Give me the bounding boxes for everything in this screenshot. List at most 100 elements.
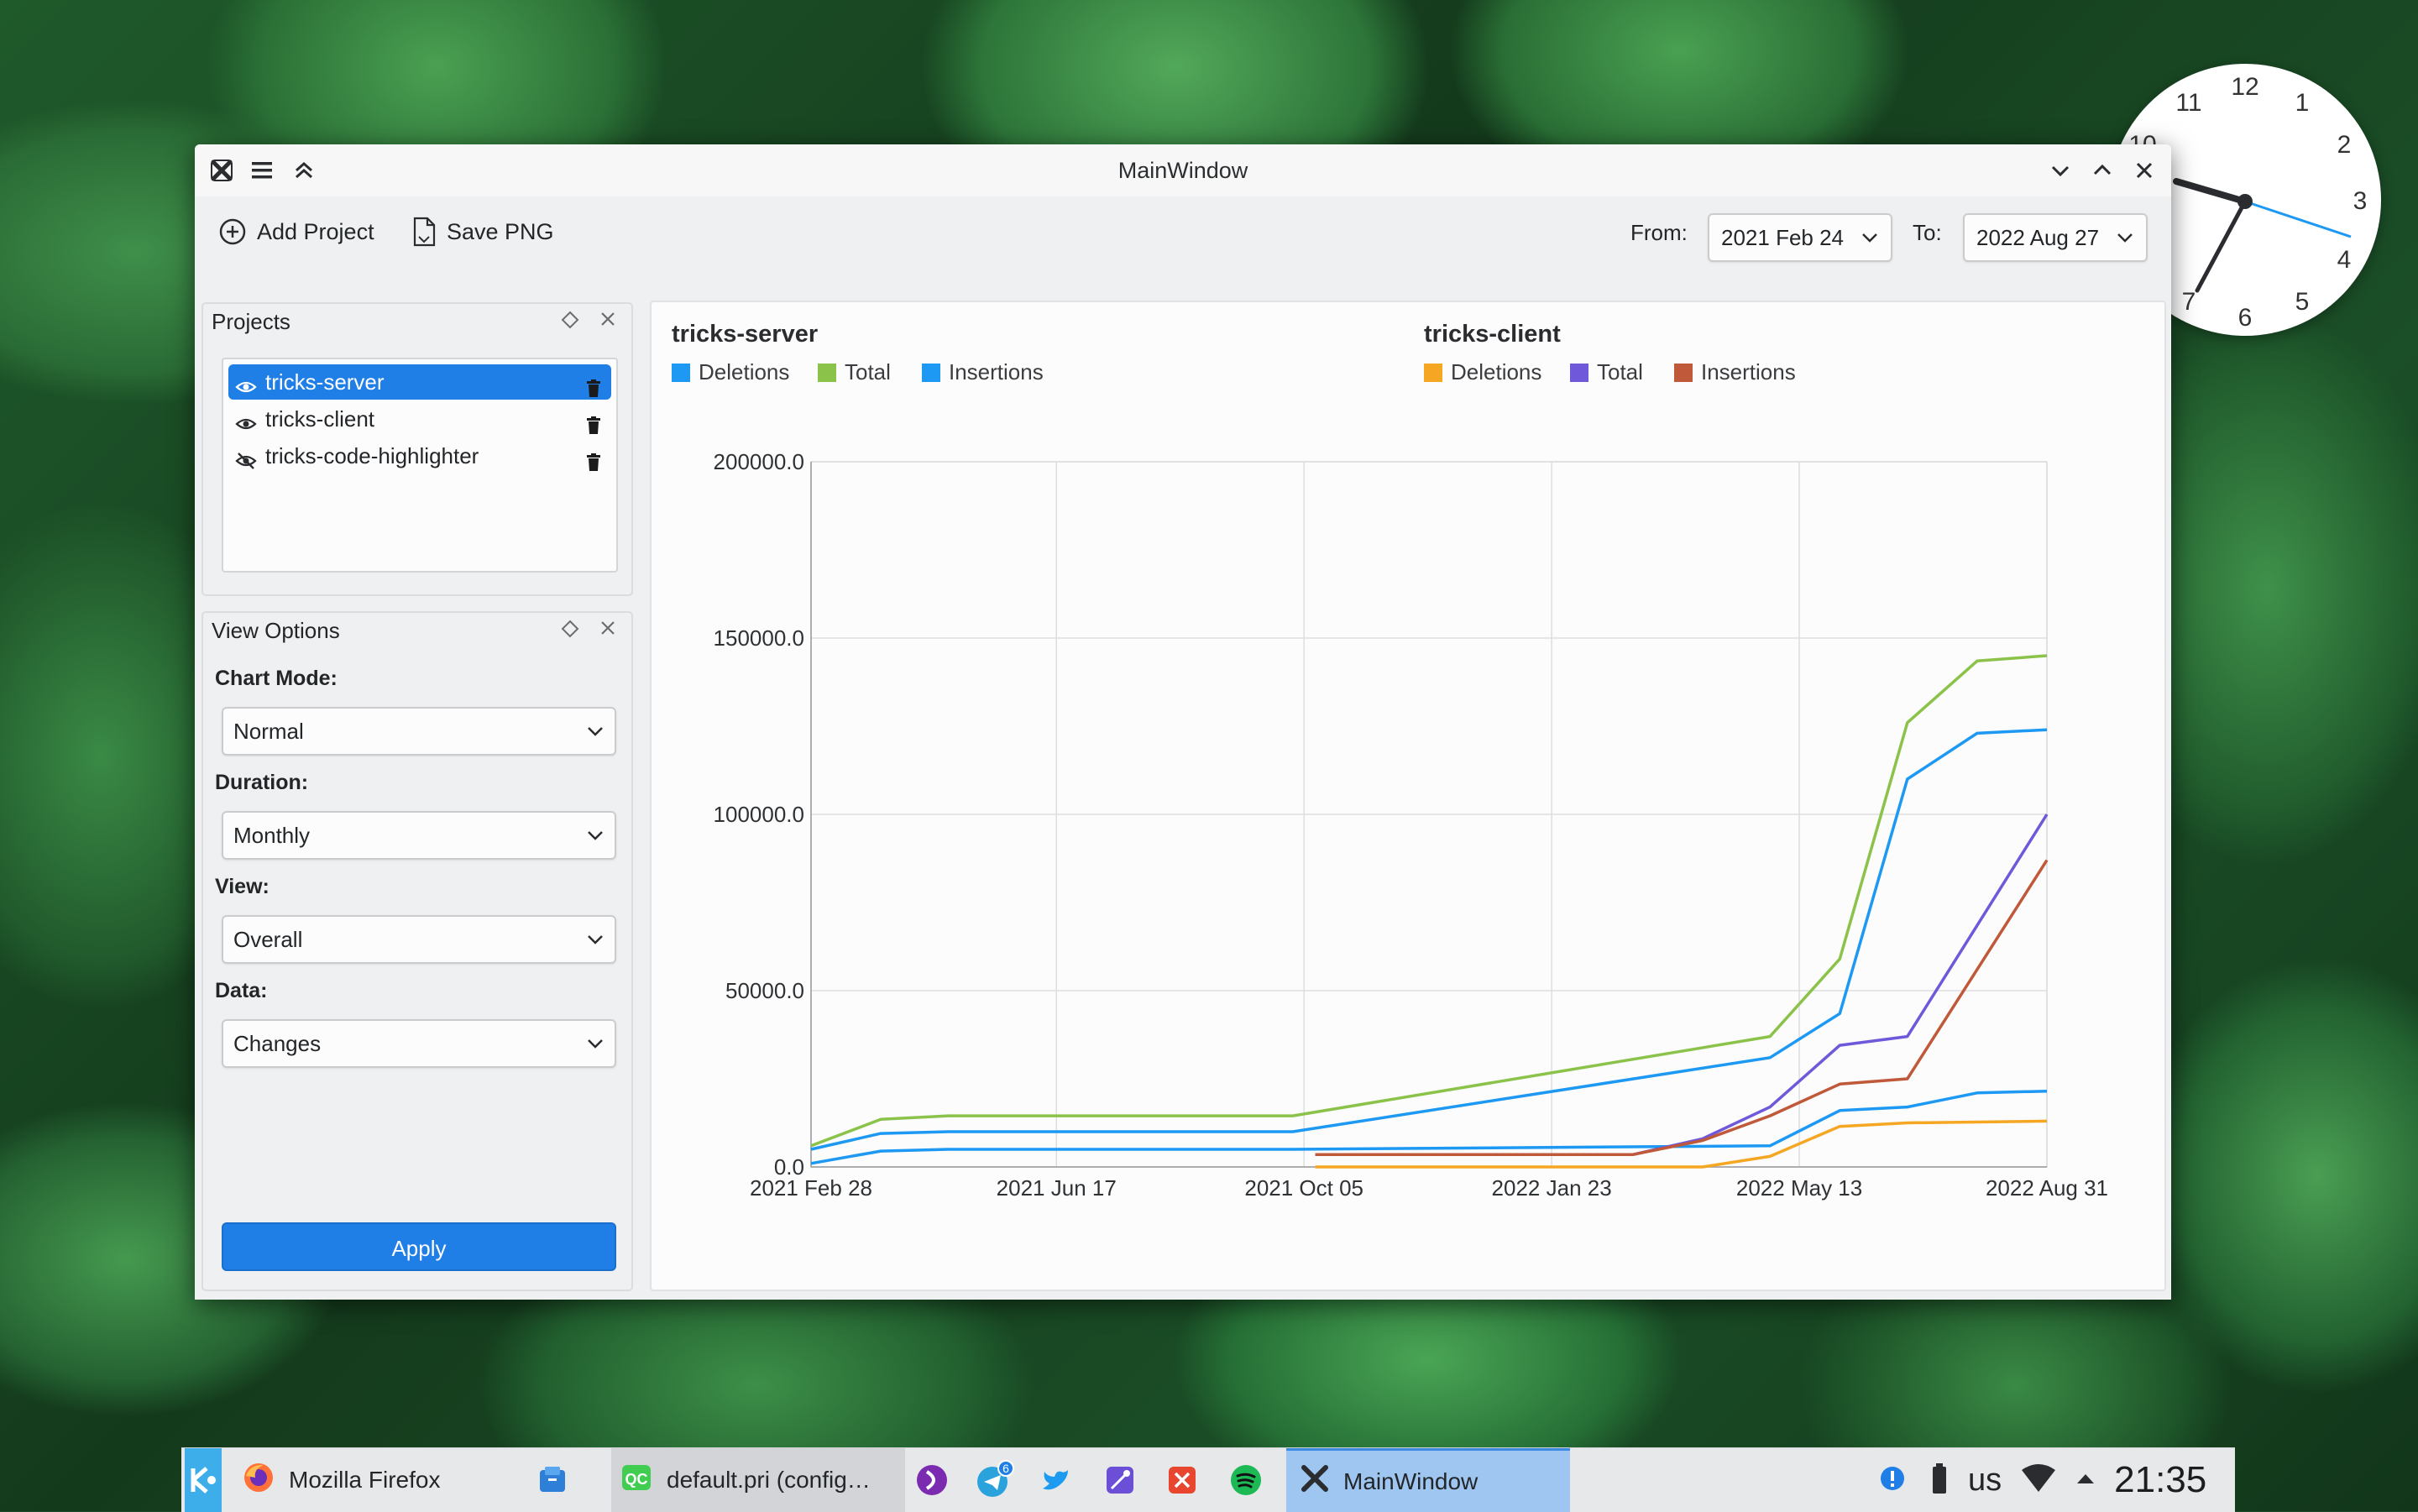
app-menu-icon[interactable] [207, 155, 237, 186]
telegram-badge: 6 [1002, 1462, 1009, 1475]
chevron-down-icon [586, 917, 604, 977]
clock-number-11: 11 [2175, 89, 2201, 117]
task-label: MainWindow [1343, 1468, 1479, 1494]
task-color-picker[interactable] [1093, 1448, 1147, 1512]
y-tick-label: 50000.0 [725, 978, 804, 1003]
kde-logo-icon [191, 1467, 216, 1494]
from-date-value: 2021 Feb 24 [1721, 225, 1845, 250]
qtcreator-icon: QC [620, 1461, 653, 1500]
view-select[interactable]: Overall [222, 915, 616, 964]
task-label: Mozilla Firefox [289, 1467, 441, 1493]
task-podcast[interactable] [905, 1448, 959, 1512]
projects-dock-title: Projects [212, 309, 290, 334]
task-firefox[interactable]: Mozilla Firefox [232, 1448, 517, 1512]
data-value: Changes [233, 1031, 322, 1056]
x-tick-label: 2022 May 13 [1736, 1175, 1862, 1201]
chevron-down-icon [1861, 215, 1879, 275]
project-name: tricks-code-highlighter [265, 443, 479, 468]
to-date-picker[interactable]: 2022 Aug 27 [1963, 213, 2148, 262]
from-label: From: [1630, 220, 1688, 245]
add-project-button[interactable]: Add Project [218, 210, 374, 254]
clock-number-3: 3 [2353, 187, 2368, 215]
spotify-icon [1231, 1465, 1261, 1495]
color-picker-icon [1107, 1467, 1133, 1494]
chevron-down-icon [586, 709, 604, 769]
clock-number-1: 1 [2295, 89, 2310, 117]
data-select[interactable]: Changes [222, 1019, 616, 1068]
project-item-tricks-server[interactable]: tricks-server [228, 364, 611, 400]
save-png-label: Save PNG [447, 218, 554, 244]
main-toolbar: Add Project Save PNG From: 2021 Feb 24 T… [195, 196, 2171, 267]
chart-mode-select[interactable]: Normal [222, 707, 616, 756]
maximize-button[interactable] [2087, 155, 2117, 186]
line-chart[interactable]: 0.050000.0100000.0150000.0200000.02021 F… [652, 302, 2164, 1290]
twitter-icon [1043, 1470, 1068, 1490]
close-dock-icon[interactable] [596, 616, 620, 644]
clock-second-hand [2244, 200, 2352, 238]
project-item-tricks-code-highlighter[interactable]: tricks-code-highlighter [228, 438, 611, 473]
view-options-dock: View Options Chart Mode: Normal Duration… [202, 611, 633, 1291]
close-dock-icon[interactable] [596, 307, 620, 335]
duration-value: Monthly [233, 823, 311, 848]
application-launcher-button[interactable] [185, 1448, 222, 1512]
project-list[interactable]: tricks-server tricks-client tricks-code-… [222, 358, 618, 573]
chevron-down-icon [586, 813, 604, 873]
main-window: MainWindow Add Project Save PNG From: 20… [195, 144, 2171, 1300]
project-name: tricks-server [265, 369, 385, 395]
add-circle-icon [219, 218, 246, 245]
wifi-icon[interactable] [2020, 1463, 2057, 1498]
clock-number-6: 6 [2238, 304, 2253, 332]
task-files[interactable] [527, 1448, 578, 1512]
window-titlebar[interactable]: MainWindow [195, 144, 2171, 196]
task-label: default.pri (config… [667, 1467, 871, 1493]
clock-number-7: 7 [2182, 288, 2196, 316]
task-spotify[interactable] [1219, 1448, 1273, 1512]
keep-above-icon[interactable] [289, 155, 319, 186]
project-item-tricks-client[interactable]: tricks-client [228, 401, 611, 437]
kde-x-icon [1300, 1463, 1330, 1499]
float-dock-icon[interactable] [559, 618, 581, 644]
project-name: tricks-client [265, 406, 375, 432]
battery-icon[interactable] [1931, 1462, 1948, 1499]
chart-panel: tricks-server Deletions Total Insertions… [650, 301, 2166, 1291]
chart-mode-value: Normal [233, 719, 304, 744]
save-png-button[interactable]: Save PNG [411, 210, 554, 254]
from-date-picker[interactable]: 2021 Feb 24 [1708, 213, 1892, 262]
view-value: Overall [233, 927, 303, 952]
keyboard-layout-indicator[interactable]: us [1968, 1462, 2002, 1499]
float-dock-icon[interactable] [559, 309, 581, 335]
chevron-up-icon[interactable] [2075, 1470, 2096, 1491]
series-line-tricks-server-total [810, 654, 2048, 1148]
trash-icon[interactable] [586, 447, 601, 482]
task-xmind[interactable] [1155, 1448, 1209, 1512]
podcast-icon [917, 1465, 947, 1495]
data-label: Data: [215, 979, 268, 1002]
eye-hidden-icon[interactable] [235, 446, 257, 481]
notification-icon[interactable] [1879, 1465, 1906, 1496]
window-title: MainWindow [1117, 158, 1248, 183]
apply-button[interactable]: Apply [222, 1222, 616, 1271]
task-twitter[interactable] [1029, 1448, 1083, 1512]
duration-select[interactable]: Monthly [222, 811, 616, 860]
y-tick-label: 200000.0 [714, 449, 804, 474]
clock-center-pin [2237, 194, 2253, 209]
xmind-icon [1169, 1467, 1196, 1494]
x-tick-label: 2021 Feb 28 [750, 1175, 872, 1201]
minimize-button[interactable] [2045, 155, 2075, 186]
clock-number-2: 2 [2337, 131, 2352, 159]
clock-minute-hand [2195, 199, 2248, 293]
files-icon [540, 1467, 565, 1492]
duration-label: Duration: [215, 771, 309, 794]
hamburger-menu-icon[interactable] [247, 155, 277, 186]
task-qtcreator[interactable]: QC default.pri (config… [611, 1448, 905, 1512]
x-tick-label: 2022 Aug 31 [1986, 1175, 2108, 1201]
x-tick-label: 2021 Jun 17 [997, 1175, 1117, 1201]
series-line-tricks-server-insertions [810, 728, 2048, 1151]
close-window-button[interactable] [2129, 155, 2159, 186]
clock-number-5: 5 [2295, 288, 2310, 316]
y-tick-label: 150000.0 [714, 625, 804, 651]
clock-time[interactable]: 21:35 [2114, 1459, 2206, 1501]
view-options-title: View Options [212, 618, 340, 643]
task-mainwindow[interactable]: MainWindow [1286, 1448, 1570, 1512]
task-telegram[interactable]: 6 [967, 1448, 1021, 1512]
